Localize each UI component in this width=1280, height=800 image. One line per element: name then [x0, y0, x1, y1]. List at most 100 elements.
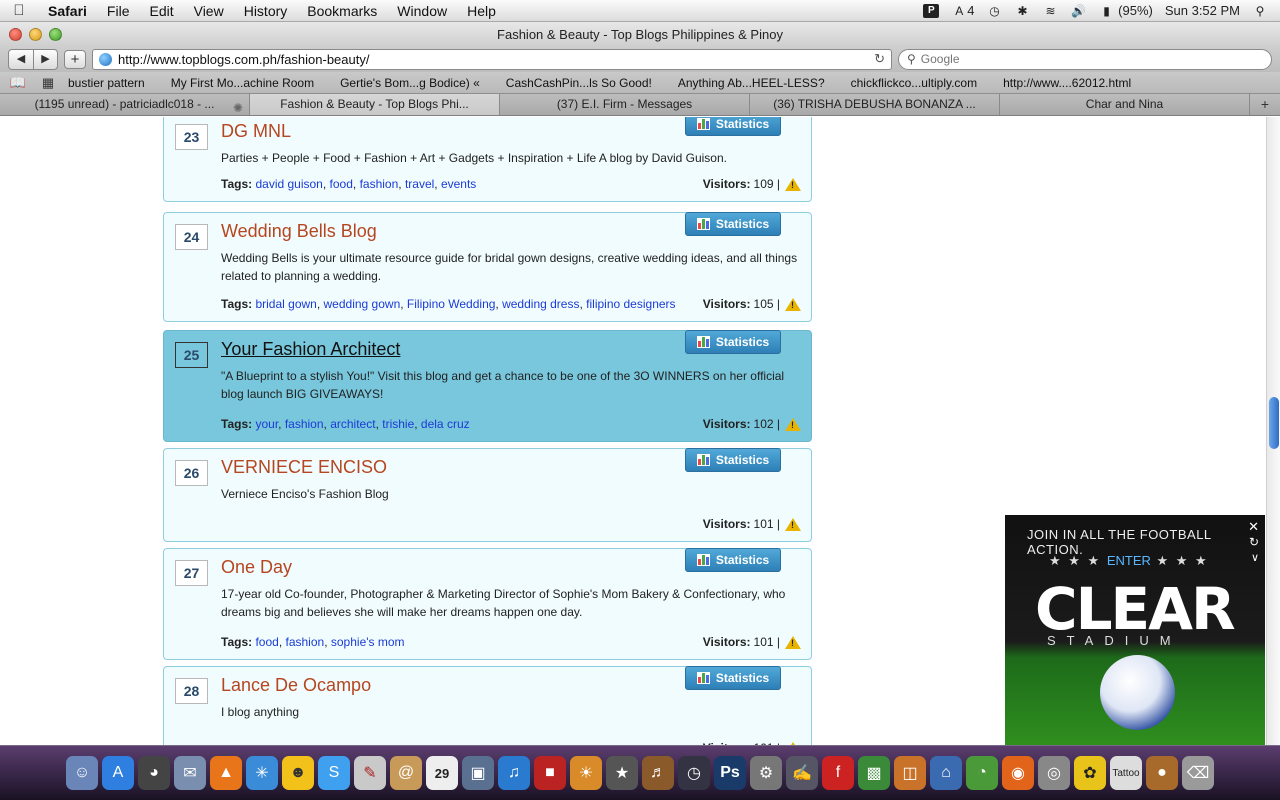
bookmark-item[interactable]: CashCashPin...ls So Good! — [506, 76, 652, 90]
trash-icon[interactable]: ⌫ — [1182, 756, 1214, 790]
address-bar[interactable]: http://www.topblogs.com.ph/fashion-beaut… — [92, 48, 892, 70]
reload-icon[interactable]: ↻ — [874, 51, 885, 67]
flash-icon[interactable]: f — [822, 756, 854, 790]
blog-title-link[interactable]: Lance De Ocampo — [221, 675, 371, 696]
home-icon[interactable]: ⌂ — [930, 756, 962, 790]
blog-title-link[interactable]: DG MNL — [221, 121, 291, 142]
firefox-icon[interactable]: ◉ — [1002, 756, 1034, 790]
textedit-icon[interactable]: ✎ — [354, 756, 386, 790]
tag-link[interactable]: fashion — [285, 417, 324, 431]
dvd-player-icon[interactable]: ◎ — [1038, 756, 1070, 790]
ical-icon[interactable]: 29 — [426, 756, 458, 790]
tag-link[interactable]: wedding gown — [324, 297, 401, 311]
statistics-button[interactable]: Statistics — [685, 448, 781, 472]
vertical-scrollbar[interactable] — [1266, 117, 1280, 745]
bookmark-item[interactable]: Anything Ab...HEEL-LESS? — [678, 76, 825, 90]
tag-link[interactable]: trishie — [382, 417, 414, 431]
apple-menu-icon[interactable]:  — [0, 2, 38, 19]
tag-link[interactable]: sophie's mom — [331, 635, 405, 649]
statistics-button[interactable]: Statistics — [685, 117, 781, 136]
time-machine-icon[interactable]: ◷ — [987, 4, 1003, 18]
spotlight-icon[interactable]: ⚲ — [1252, 4, 1268, 18]
garageband-icon[interactable]: ♬ — [642, 756, 674, 790]
book-icon[interactable]: 📖 — [8, 75, 28, 91]
address-book-icon[interactable]: @ — [390, 756, 422, 790]
dashboard-icon[interactable]: ◕ — [138, 756, 170, 790]
blog-title-link[interactable]: VERNIECE ENCISO — [221, 457, 387, 478]
report-warning-icon[interactable] — [785, 517, 801, 531]
minimize-window-button[interactable] — [29, 27, 42, 41]
itunes-icon[interactable]: ♫ — [498, 756, 530, 790]
ad-close-icon[interactable]: ✕ — [1248, 519, 1259, 535]
safari-icon[interactable]: ✳ — [246, 756, 278, 790]
ad-refresh-icon[interactable]: ↻ — [1249, 535, 1259, 549]
numbers-icon[interactable]: ▩ — [858, 756, 890, 790]
tag-link[interactable]: food — [330, 177, 353, 191]
ad-enter-link[interactable]: ★ ★ ★ ENTER ★ ★ ★ — [1049, 553, 1209, 569]
adobe-status[interactable]: A4 — [951, 3, 974, 18]
tag-link[interactable]: events — [441, 177, 476, 191]
zoom-window-button[interactable] — [49, 27, 62, 41]
new-tab-button[interactable]: + — [1250, 94, 1280, 115]
bookmark-item[interactable]: My First Mo...achine Room — [171, 76, 314, 90]
menu-history[interactable]: History — [234, 3, 298, 19]
limewire-icon[interactable]: ◔ — [966, 756, 998, 790]
clear-stadium-ad[interactable]: JOIN IN ALL THE FOOTBALL ACTION. ★ ★ ★ E… — [1005, 515, 1265, 745]
tab-ei-firm[interactable]: (37) E.I. Firm - Messages — [500, 94, 750, 115]
tag-link[interactable]: fashion — [286, 635, 325, 649]
burn-icon[interactable]: ● — [1146, 756, 1178, 790]
search-input[interactable] — [920, 52, 1263, 66]
vlc-icon[interactable]: ▲ — [210, 756, 242, 790]
menu-app-safari[interactable]: Safari — [38, 3, 97, 19]
report-warning-icon[interactable] — [785, 417, 801, 431]
report-warning-icon[interactable] — [785, 297, 801, 311]
app-status-icon[interactable]: P — [923, 3, 940, 18]
menu-view[interactable]: View — [184, 3, 234, 19]
back-button[interactable]: ◀ — [9, 50, 33, 69]
menu-file[interactable]: File — [97, 3, 140, 19]
iphoto-icon[interactable]: ☀ — [570, 756, 602, 790]
tag-link[interactable]: fashion — [360, 177, 399, 191]
menu-help[interactable]: Help — [457, 3, 506, 19]
scrollbar-thumb[interactable] — [1269, 397, 1279, 449]
imovie-icon[interactable]: ★ — [606, 756, 638, 790]
close-window-button[interactable] — [9, 27, 22, 41]
statistics-button[interactable]: Statistics — [685, 330, 781, 354]
volume-icon[interactable]: 🔊 — [1071, 4, 1087, 18]
mail-icon[interactable]: ✉ — [174, 756, 206, 790]
search-field[interactable]: ⚲ — [898, 48, 1272, 70]
menu-bookmarks[interactable]: Bookmarks — [297, 3, 387, 19]
menu-window[interactable]: Window — [387, 3, 457, 19]
tab-char-and-nina[interactable]: Char and Nina — [1000, 94, 1250, 115]
time-machine-dock-icon[interactable]: ◷ — [678, 756, 710, 790]
clock[interactable]: Sun 3:52 PM — [1165, 3, 1240, 18]
bookmark-item[interactable]: bustier pattern — [68, 76, 145, 90]
menu-edit[interactable]: Edit — [139, 3, 183, 19]
tag-link[interactable]: your — [255, 417, 278, 431]
bluetooth-icon[interactable]: ✱ — [1015, 4, 1031, 18]
preview-icon[interactable]: ▣ — [462, 756, 494, 790]
tag-link[interactable]: dela cruz — [421, 417, 470, 431]
battery-status[interactable]: ▮ (95%) — [1099, 3, 1153, 18]
statistics-button[interactable]: Statistics — [685, 212, 781, 236]
tag-link[interactable]: travel — [405, 177, 434, 191]
url-text[interactable]: http://www.topblogs.com.ph/fashion-beaut… — [118, 52, 868, 67]
forward-button[interactable]: ▶ — [33, 49, 57, 69]
blog-title-link[interactable]: Wedding Bells Blog — [221, 221, 377, 242]
finder-icon[interactable]: ☺ — [66, 756, 98, 790]
skype-icon[interactable]: S — [318, 756, 350, 790]
tab-gmail[interactable]: (1195 unread) - patriciadlc018 - ... ✺ — [0, 94, 250, 115]
report-warning-icon[interactable] — [785, 635, 801, 649]
tag-link[interactable]: wedding dress — [502, 297, 579, 311]
bookmark-item[interactable]: Gertie's Bom...g Bodice) « — [340, 76, 480, 90]
ad-collapse-icon[interactable]: ∨ — [1251, 551, 1259, 564]
top-sites-grid-icon[interactable]: ▦ — [38, 75, 58, 91]
tag-link[interactable]: food — [255, 635, 278, 649]
system-preferences-icon[interactable]: ⚙ — [750, 756, 782, 790]
statistics-button[interactable]: Statistics — [685, 548, 781, 572]
blog-title-link[interactable]: One Day — [221, 557, 292, 578]
tag-link[interactable]: filipino designers — [586, 297, 675, 311]
photo-booth-icon[interactable]: ■ — [534, 756, 566, 790]
tab-fashion-beauty[interactable]: Fashion & Beauty - Top Blogs Phi... — [250, 94, 500, 115]
tab-trisha[interactable]: (36) TRISHA DEBUSHA BONANZA ... — [750, 94, 1000, 115]
